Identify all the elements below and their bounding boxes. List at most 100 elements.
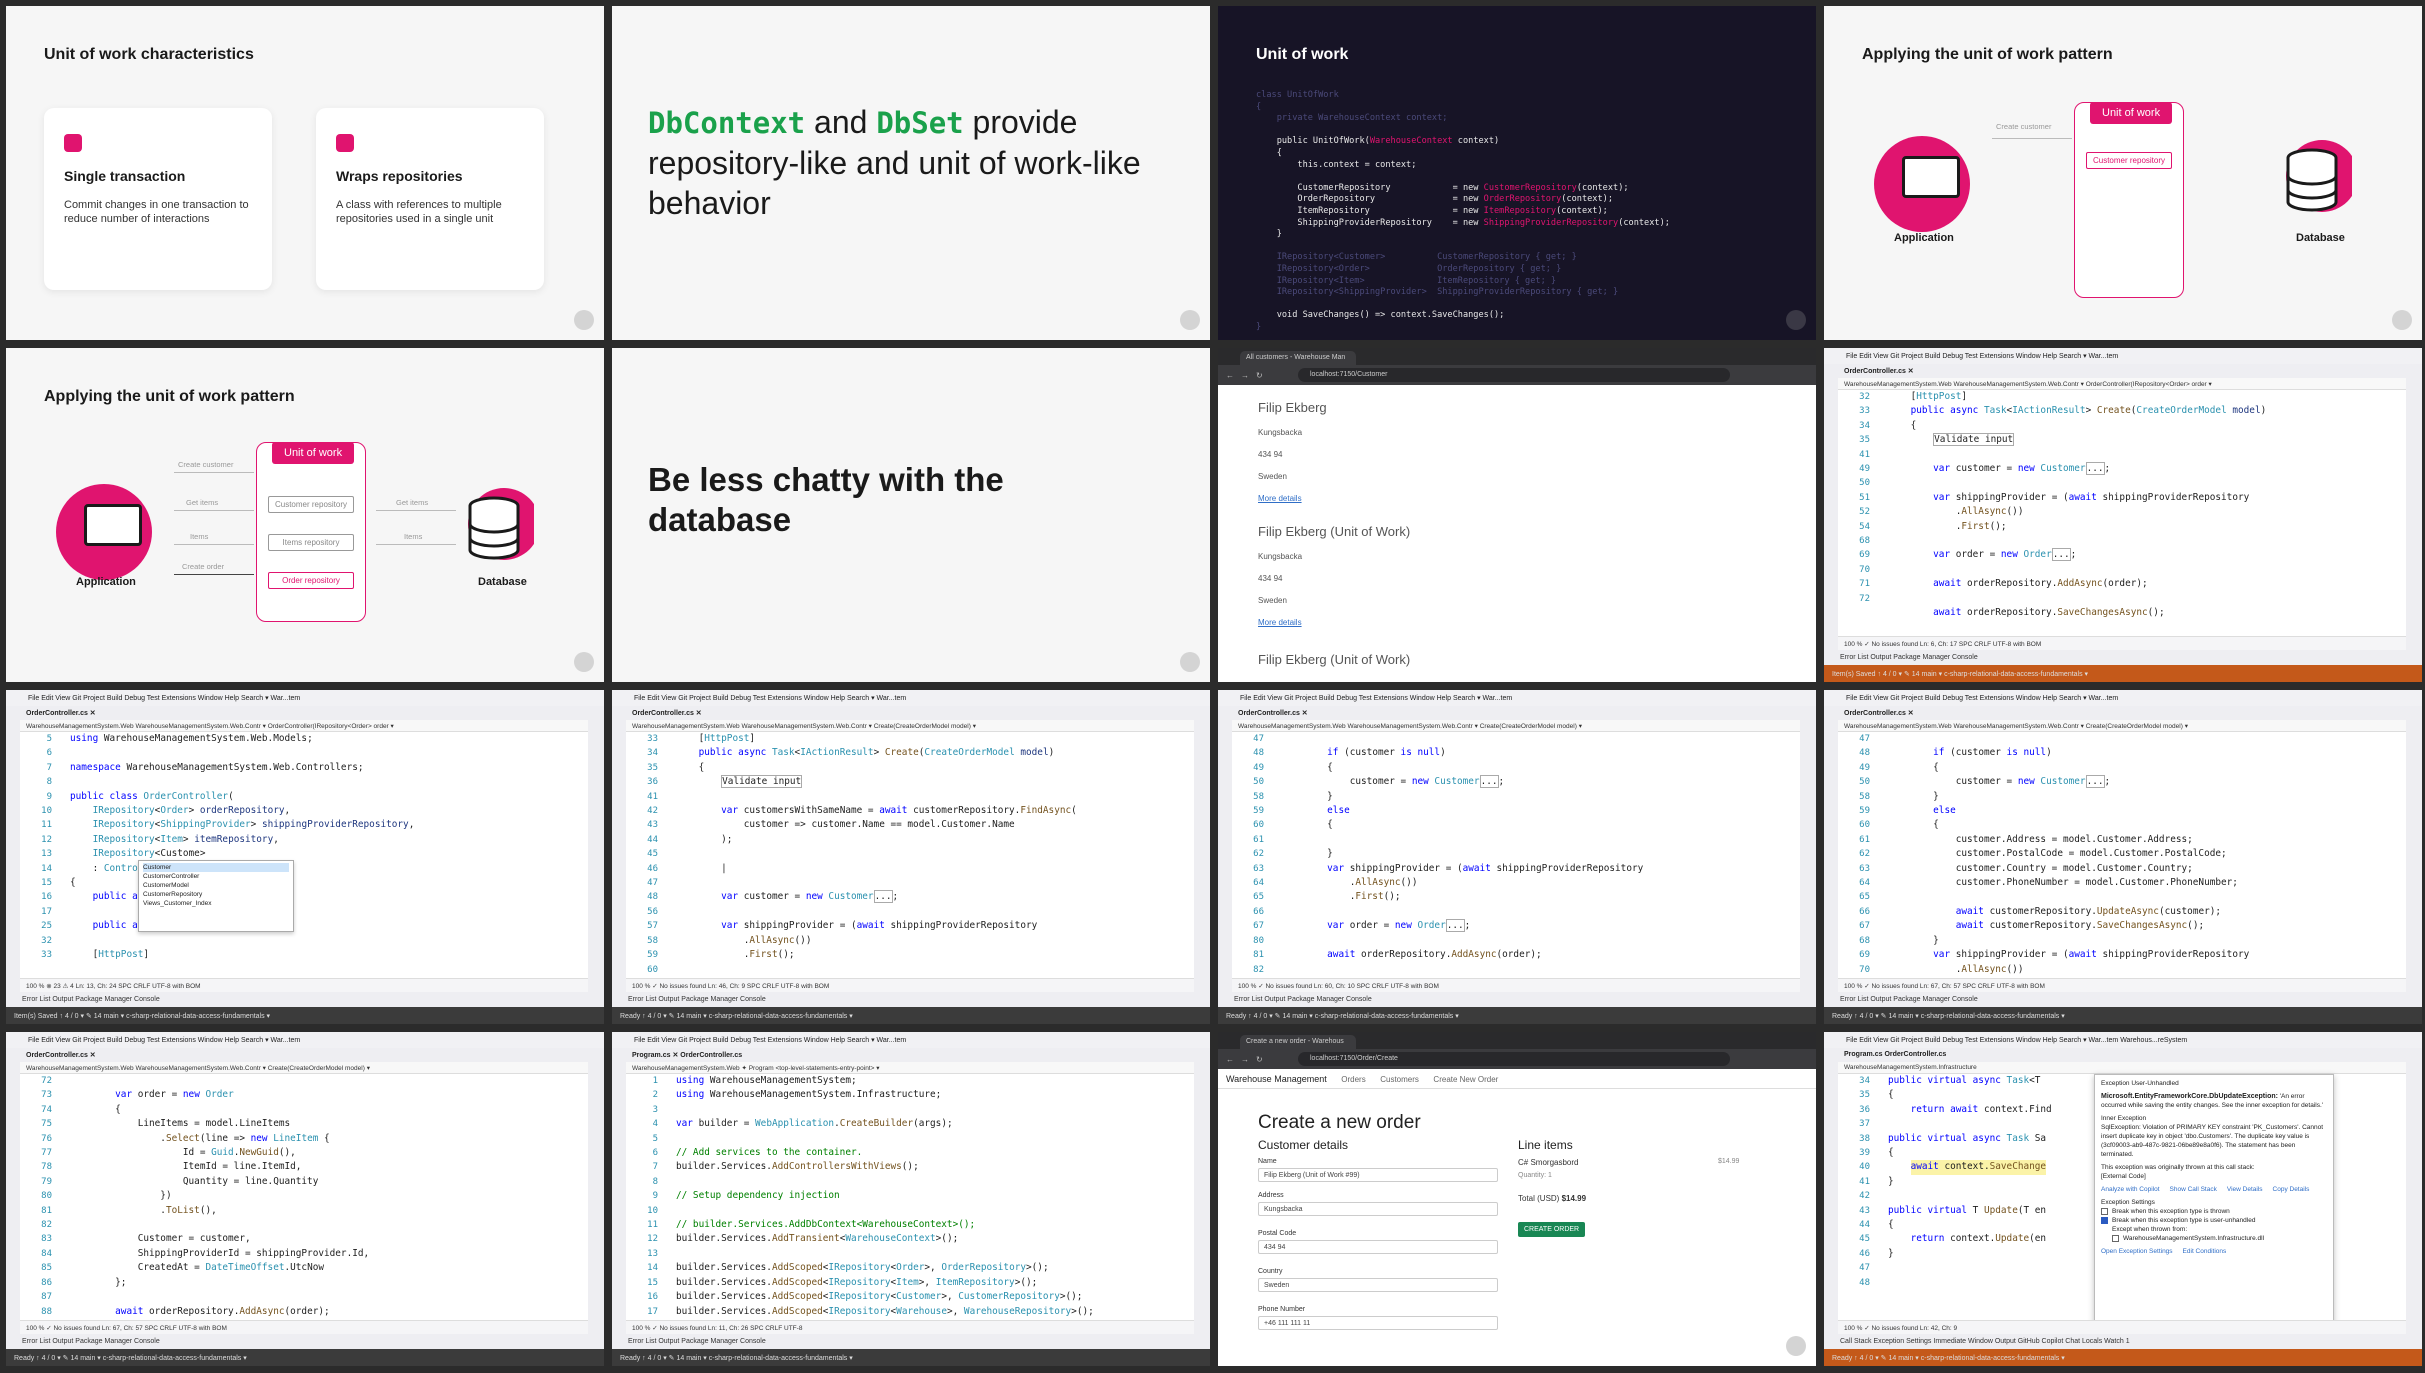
checkbox-icon[interactable] <box>2101 1207 2108 1215</box>
play-icon[interactable] <box>1180 310 1200 330</box>
menu-bar[interactable]: File Edit View Git Project Build Debug T… <box>612 690 1210 706</box>
address-bar[interactable]: localhost:7150/Order/Create <box>1298 1052 1730 1066</box>
menu-bar[interactable]: File Edit View Git Project Build Debug T… <box>1824 1032 2422 1048</box>
completion-item[interactable]: Customer <box>143 863 289 872</box>
address-bar[interactable]: localhost:7150/Customer <box>1298 368 1730 382</box>
right-toolstrip[interactable] <box>1194 1048 1210 1334</box>
navigation-bar[interactable]: WarehouseManagementSystem.Web WarehouseM… <box>1838 720 2406 732</box>
view-details-link[interactable]: View Details <box>2227 1186 2263 1193</box>
completion-item[interactable]: CustomerController <box>143 872 289 881</box>
nav-icons[interactable]: ←→↻ <box>1226 371 1270 380</box>
completion-item[interactable]: CustomerModel <box>143 881 289 890</box>
navigation-bar[interactable]: WarehouseManagementSystem.Web WarehouseM… <box>20 1062 588 1074</box>
left-toolstrip[interactable] <box>1824 364 1838 650</box>
code-editor[interactable]: var order = new Order { LineItems = mode… <box>70 1074 578 1320</box>
left-toolstrip[interactable] <box>1218 706 1232 992</box>
tool-panes[interactable]: Error List Output Package Manager Consol… <box>612 992 1210 1007</box>
brand-link[interactable]: Warehouse Management <box>1226 1074 1327 1084</box>
browser-tab[interactable]: All customers - Warehouse Man <box>1240 351 1356 365</box>
code-editor[interactable]: [HttpPost] public async Task<IActionResu… <box>1888 390 2396 636</box>
play-icon[interactable] <box>1786 310 1806 330</box>
unit-of-work-box <box>2074 102 2184 298</box>
play-icon[interactable] <box>574 652 594 672</box>
document-tab[interactable]: OrderController.cs ✕ <box>1838 364 2406 378</box>
completion-item[interactable]: Views_Customer_Index <box>143 899 289 908</box>
name-input[interactable]: Filip Ekberg (Unit of Work #99) <box>1258 1168 1498 1182</box>
navigation-bar[interactable]: WarehouseManagementSystem.Web ✦ Program … <box>626 1062 1194 1074</box>
document-tab[interactable]: OrderController.cs ✕ <box>1232 706 1800 720</box>
checkbox-icon[interactable] <box>2101 1216 2108 1224</box>
tool-panes[interactable]: Error List Output Package Manager Consol… <box>6 1334 604 1349</box>
tool-panes[interactable]: Error List Output Package Manager Consol… <box>1824 992 2422 1007</box>
inner-exception-message: SqlException: Violation of PRIMARY KEY c… <box>2101 1124 2324 1158</box>
play-icon[interactable] <box>574 310 594 330</box>
document-tab[interactable]: Program.cs ✕ OrderController.cs <box>626 1048 1194 1062</box>
navigation-bar[interactable]: WarehouseManagementSystem.Web WarehouseM… <box>626 720 1194 732</box>
left-toolstrip[interactable] <box>1824 1048 1838 1334</box>
browser-tab[interactable]: Create a new order - Warehous <box>1240 1035 1356 1049</box>
nav-customers[interactable]: Customers <box>1380 1075 1419 1084</box>
checkbox-icon[interactable] <box>2112 1234 2119 1242</box>
right-toolstrip[interactable] <box>588 1048 604 1334</box>
document-tab[interactable]: OrderController.cs ✕ <box>626 706 1194 720</box>
navigation-bar[interactable]: WarehouseManagementSystem.Web WarehouseM… <box>1838 378 2406 390</box>
document-tab[interactable]: OrderController.cs ✕ <box>20 1048 588 1062</box>
open-exception-settings-link[interactable]: Open Exception Settings <box>2101 1248 2173 1255</box>
country-input[interactable]: Sweden <box>1258 1278 1498 1292</box>
nav-orders[interactable]: Orders <box>1341 1075 1365 1084</box>
document-tab[interactable]: OrderController.cs ✕ <box>1838 706 2406 720</box>
menu-bar[interactable]: File Edit View Git Project Build Debug T… <box>1824 690 2422 706</box>
tool-panes[interactable]: Error List Output Package Manager Consol… <box>1824 650 2422 665</box>
right-toolstrip[interactable] <box>2406 706 2422 992</box>
analyze-copilot-link[interactable]: Analyze with Copilot <box>2101 1186 2160 1193</box>
nav-create-order[interactable]: Create New Order <box>1433 1075 1498 1084</box>
exception-popup[interactable]: Exception User-Unhandled Microsoft.Entit… <box>2094 1074 2334 1326</box>
right-toolstrip[interactable] <box>1800 706 1816 992</box>
show-call-stack-link[interactable]: Show Call Stack <box>2170 1186 2217 1193</box>
edit-conditions-link[interactable]: Edit Conditions <box>2183 1248 2227 1255</box>
navigation-bar[interactable]: WarehouseManagementSystem.Infrastructure <box>1838 1062 2406 1074</box>
phone-input[interactable]: +46 111 111 11 <box>1258 1316 1498 1330</box>
play-icon[interactable] <box>1180 652 1200 672</box>
play-icon[interactable] <box>2392 310 2412 330</box>
tool-panes[interactable]: Call Stack Exception Settings Immediate … <box>1824 1334 2422 1349</box>
postal-input[interactable]: 434 94 <box>1258 1240 1498 1254</box>
code-editor[interactable]: if (customer is null) { customer = new C… <box>1888 732 2396 978</box>
left-toolstrip[interactable] <box>6 1048 20 1334</box>
tool-panes[interactable]: Error List Output Package Manager Consol… <box>1218 992 1816 1007</box>
code-editor[interactable]: using WarehouseManagementSystem; using W… <box>676 1074 1184 1320</box>
code-editor[interactable]: [HttpPost] public async Task<IActionResu… <box>676 732 1184 978</box>
right-toolstrip[interactable] <box>2406 1048 2422 1334</box>
left-toolstrip[interactable] <box>612 1048 626 1334</box>
document-tab[interactable]: Program.cs OrderController.cs <box>1838 1048 2406 1062</box>
play-icon[interactable] <box>1786 1336 1806 1356</box>
create-order-button[interactable]: CREATE ORDER <box>1518 1222 1586 1237</box>
completion-item[interactable]: CustomerRepository <box>143 890 289 899</box>
right-toolstrip[interactable] <box>2406 364 2422 650</box>
menu-bar[interactable]: File Edit View Git Project Build Debug T… <box>6 1032 604 1048</box>
address-input[interactable]: Kungsbacka <box>1258 1202 1498 1216</box>
right-toolstrip[interactable] <box>1194 706 1210 992</box>
total-label: Total (USD) <box>1518 1194 1560 1203</box>
code-editor[interactable]: if (customer is null) { customer = new C… <box>1282 732 1790 978</box>
code-editor[interactable]: using WarehouseManagementSystem.Web.Mode… <box>70 732 578 978</box>
menu-bar[interactable]: File Edit View Git Project Build Debug T… <box>612 1032 1210 1048</box>
left-toolstrip[interactable] <box>6 706 20 992</box>
menu-bar[interactable]: File Edit View Git Project Build Debug T… <box>1218 690 1816 706</box>
navigation-bar[interactable]: WarehouseManagementSystem.Web WarehouseM… <box>1232 720 1800 732</box>
tool-panes[interactable]: Error List Output Package Manager Consol… <box>612 1334 1210 1349</box>
menu-bar[interactable]: File Edit View Git Project Build Debug T… <box>1824 348 2422 364</box>
tool-panes[interactable]: Error List Output Package Manager Consol… <box>6 992 604 1007</box>
navigation-bar[interactable]: WarehouseManagementSystem.Web WarehouseM… <box>20 720 588 732</box>
menu-bar[interactable]: File Edit View Git Project Build Debug T… <box>6 690 604 706</box>
more-details-link[interactable]: More details <box>1258 494 1327 503</box>
nav-icons[interactable]: ←→↻ <box>1226 1055 1270 1064</box>
left-toolstrip[interactable] <box>1824 706 1838 992</box>
intellisense-popup[interactable]: Customer CustomerController CustomerMode… <box>138 860 294 932</box>
menu-items[interactable]: File Edit View Git Project Build Debug T… <box>1846 1037 2118 1044</box>
left-toolstrip[interactable] <box>612 706 626 992</box>
document-tab[interactable]: OrderController.cs ✕ <box>20 706 588 720</box>
copy-details-link[interactable]: Copy Details <box>2273 1186 2310 1193</box>
right-toolstrip[interactable] <box>588 706 604 992</box>
more-details-link[interactable]: More details <box>1258 618 1410 627</box>
